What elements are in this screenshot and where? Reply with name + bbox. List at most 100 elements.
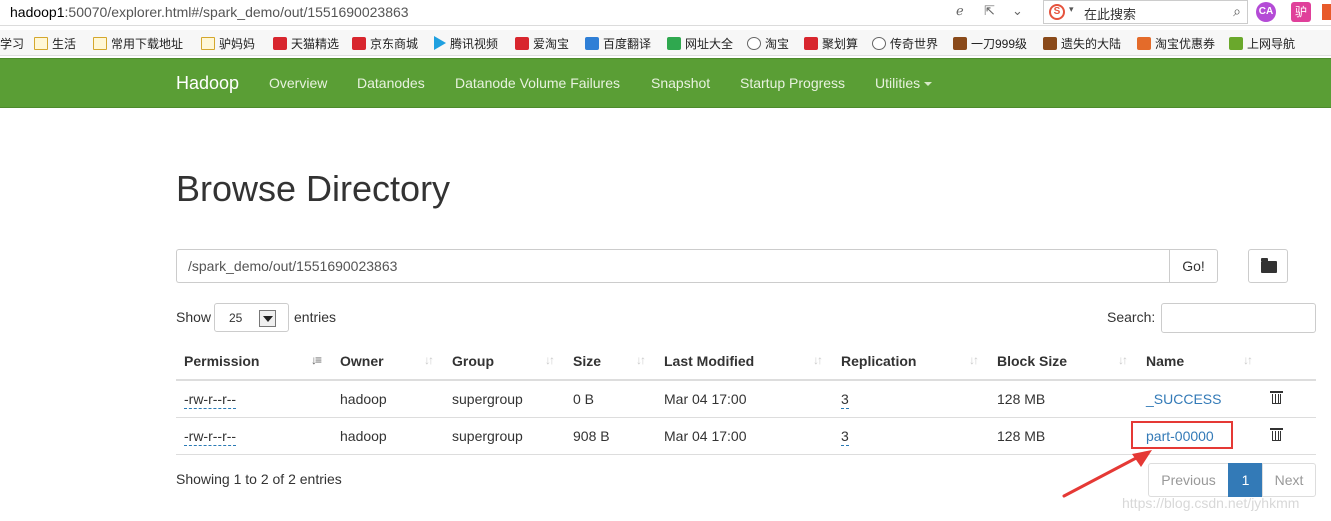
ie-compat-icon[interactable]: ℯ	[956, 3, 964, 19]
bookmark-label: 学习	[0, 37, 25, 51]
trash-icon[interactable]	[1270, 390, 1283, 404]
page-length-select[interactable]: 25	[214, 303, 289, 332]
directory-path-input[interactable]	[176, 249, 1170, 283]
caret-down-icon	[924, 82, 933, 86]
cell-group: supergroup	[444, 380, 565, 418]
bookmarks-bar: 学习 生活 常用下载地址 驴妈妈 天猫精选 京东商城 腾讯视频 爱淘宝 百度翻译 网址大全 淘宝 聚划…	[0, 30, 1331, 56]
next-button[interactable]: Next	[1262, 463, 1316, 497]
page-1-button[interactable]: 1	[1228, 463, 1263, 497]
url-host: hadoop1	[10, 4, 65, 20]
search-icon[interactable]: ⌕	[1233, 3, 1241, 20]
bookmark-item[interactable]: 传奇世界	[872, 35, 938, 52]
file-link[interactable]: _SUCCESS	[1146, 391, 1221, 407]
table-search-input[interactable]	[1161, 303, 1316, 333]
bookmark-icon	[585, 37, 599, 50]
bookmark-item[interactable]: 天猫精选	[273, 35, 339, 52]
bookmark-icon	[747, 37, 761, 50]
bookmark-item[interactable]: 常用下载地址	[93, 35, 183, 52]
permission-link[interactable]: -rw-r--r--	[184, 427, 237, 446]
col-replication[interactable]: Replication ↓↑	[833, 342, 989, 381]
nav-snapshot[interactable]: Snapshot	[651, 75, 710, 91]
bookmark-label: 天猫精选	[291, 37, 340, 51]
url-field[interactable]: hadoop1:50070/explorer.html#/spark_demo/…	[10, 4, 409, 20]
previous-button[interactable]: Previous	[1148, 463, 1229, 497]
nav-overview[interactable]: Overview	[269, 75, 327, 91]
nav-startup-progress[interactable]: Startup Progress	[740, 75, 845, 91]
cell-permission: -rw-r--r--	[176, 417, 332, 455]
col-size[interactable]: Size ↓↑	[565, 342, 656, 381]
bookmark-item[interactable]: 百度翻译	[585, 35, 651, 52]
show-label: Show	[176, 309, 212, 325]
bookmark-item[interactable]: 学习	[0, 35, 24, 52]
bookmark-item[interactable]: 上网导航	[1229, 35, 1295, 52]
bookmark-item[interactable]: 驴妈妈	[201, 35, 255, 52]
annotation-arrow	[1062, 450, 1152, 498]
bookmark-label: 淘宝优惠券	[1155, 37, 1216, 51]
table-info: Showing 1 to 2 of 2 entries	[176, 471, 342, 487]
bookmark-label: 遗失的大陆	[1061, 37, 1122, 51]
browser-search-box[interactable]: S ▾ 在此搜索 ⌕	[1043, 0, 1248, 24]
nav-utilities[interactable]: Utilities	[875, 75, 933, 91]
cell-last-modified: Mar 04 17:00	[656, 417, 833, 455]
bookmark-icon	[953, 37, 967, 50]
bookmark-icon	[804, 37, 818, 50]
bookmark-item[interactable]: 遗失的大陆	[1043, 35, 1121, 52]
extension-lvmama-icon[interactable]: 驴	[1291, 2, 1311, 22]
col-label: Name	[1146, 352, 1185, 369]
nav-datanodes[interactable]: Datanodes	[357, 75, 425, 91]
table-row: -rw-r--r-- hadoop supergroup 0 B Mar 04 …	[176, 380, 1316, 418]
chevron-down-icon[interactable]: ⌄	[1012, 3, 1023, 19]
page-length-value: 25	[229, 311, 243, 325]
bookmark-item[interactable]: 京东商城	[352, 35, 418, 52]
nav-datanode-volume-failures[interactable]: Datanode Volume Failures	[455, 75, 620, 91]
bookmark-icon	[872, 37, 886, 50]
bookmark-label: 爱淘宝	[533, 37, 570, 51]
extension-icon[interactable]	[1322, 4, 1331, 20]
search-engine-dropdown-icon[interactable]: ▾	[1069, 4, 1074, 15]
bookmark-item[interactable]: 生活	[34, 35, 76, 52]
bookmark-item[interactable]: 淘宝优惠券	[1137, 35, 1215, 52]
col-last-modified[interactable]: Last Modified ↓↑	[656, 342, 833, 381]
share-icon[interactable]: ⇱	[984, 3, 995, 19]
col-permission[interactable]: Permission ↓≡	[176, 342, 332, 381]
folder-icon	[93, 37, 107, 50]
replication-link[interactable]: 3	[841, 390, 849, 409]
cell-group: supergroup	[444, 417, 565, 455]
col-name[interactable]: Name ↓↑	[1138, 342, 1263, 381]
sogou-search-icon[interactable]: S	[1049, 4, 1065, 20]
cell-replication: 3	[833, 417, 989, 455]
col-owner[interactable]: Owner ↓↑	[332, 342, 444, 381]
col-block-size[interactable]: Block Size ↓↑	[989, 342, 1138, 381]
bookmark-item[interactable]: 聚划算	[804, 35, 858, 52]
go-button[interactable]: Go!	[1169, 249, 1218, 283]
col-label: Last Modified	[664, 352, 755, 369]
col-label: Size	[573, 352, 602, 369]
hadoop-navbar: Hadoop Overview Datanodes Datanode Volum…	[0, 58, 1331, 108]
bookmark-label: 一刀999级	[971, 37, 1028, 51]
col-group[interactable]: Group ↓↑	[444, 342, 565, 381]
bookmark-item[interactable]: 一刀999级	[953, 35, 1027, 52]
bookmark-item[interactable]: 腾讯视频	[434, 35, 498, 52]
replication-link[interactable]: 3	[841, 427, 849, 446]
watermark: https://blog.csdn.net/jyhkmm	[1122, 495, 1300, 511]
cell-owner: hadoop	[332, 417, 444, 455]
bookmark-label: 常用下载地址	[111, 37, 184, 51]
col-actions	[1263, 342, 1316, 381]
sort-icon: ↓↑	[813, 353, 823, 367]
bookmark-icon	[667, 37, 681, 50]
bookmark-item[interactable]: 淘宝	[747, 35, 789, 52]
create-directory-button[interactable]	[1248, 249, 1288, 283]
folder-icon	[201, 37, 215, 50]
col-label: Permission	[184, 352, 260, 369]
cell-permission: -rw-r--r--	[176, 380, 332, 418]
dropdown-arrow-icon[interactable]	[259, 310, 276, 327]
bookmark-item[interactable]: 网址大全	[667, 35, 733, 52]
bookmark-icon	[434, 36, 446, 50]
navbar-brand[interactable]: Hadoop	[176, 73, 239, 94]
trash-icon[interactable]	[1270, 427, 1283, 441]
bookmark-label: 腾讯视频	[450, 37, 499, 51]
bookmark-item[interactable]: 爱淘宝	[515, 35, 569, 52]
bookmark-icon	[1043, 37, 1057, 50]
permission-link[interactable]: -rw-r--r--	[184, 390, 237, 409]
extension-ca-icon[interactable]: CA	[1256, 2, 1276, 22]
